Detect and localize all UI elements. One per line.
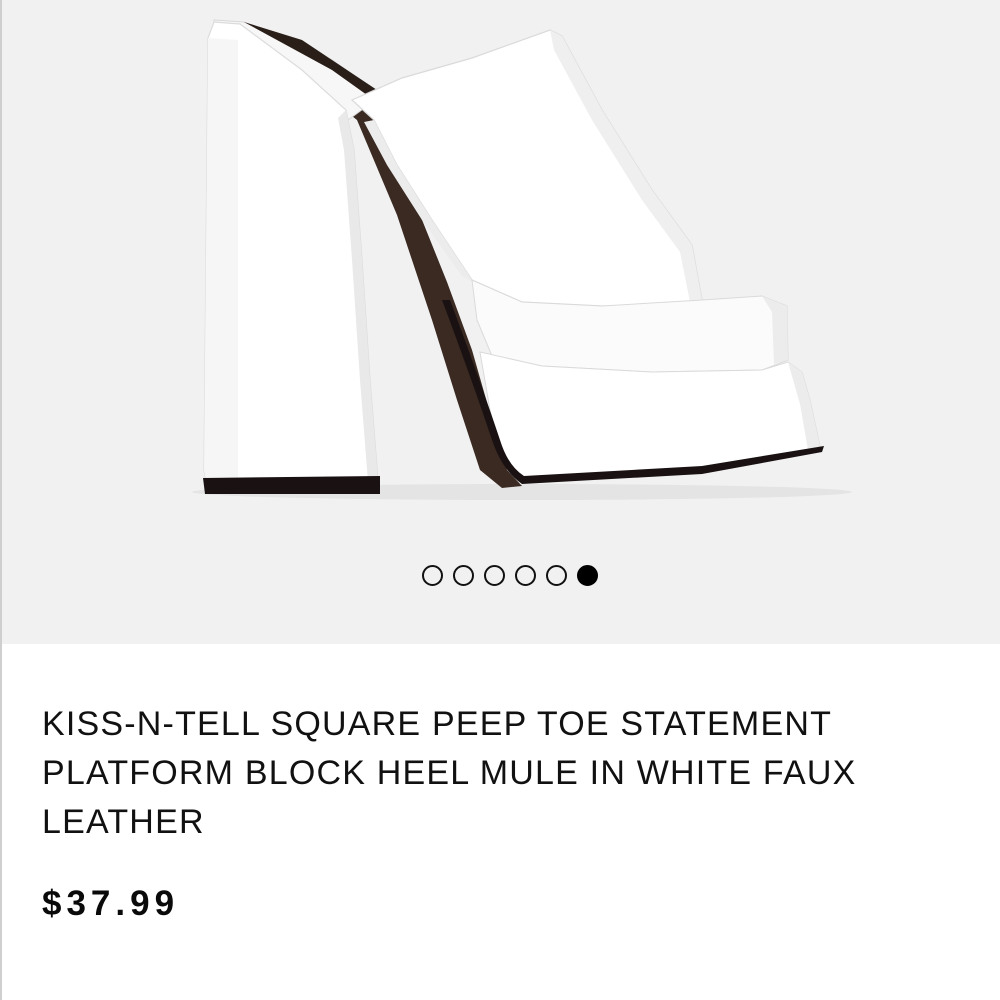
product-gallery[interactable] [2,0,1000,644]
product-page: KISS-N-TELL SQUARE PEEP TOE STATEMENT PL… [0,0,1000,1000]
product-image [192,19,852,500]
pagination-dot[interactable] [453,565,474,586]
pagination-dot[interactable] [422,565,443,586]
product-price: $37.99 [42,884,180,923]
gallery-pagination [422,565,598,586]
pagination-dot[interactable] [484,565,505,586]
product-title: KISS-N-TELL SQUARE PEEP TOE STATEMENT PL… [42,705,857,841]
product-info: KISS-N-TELL SQUARE PEEP TOE STATEMENT PL… [42,700,962,924]
pagination-dot[interactable] [515,565,536,586]
pagination-dot-active[interactable] [577,565,598,586]
pagination-dot[interactable] [546,565,567,586]
